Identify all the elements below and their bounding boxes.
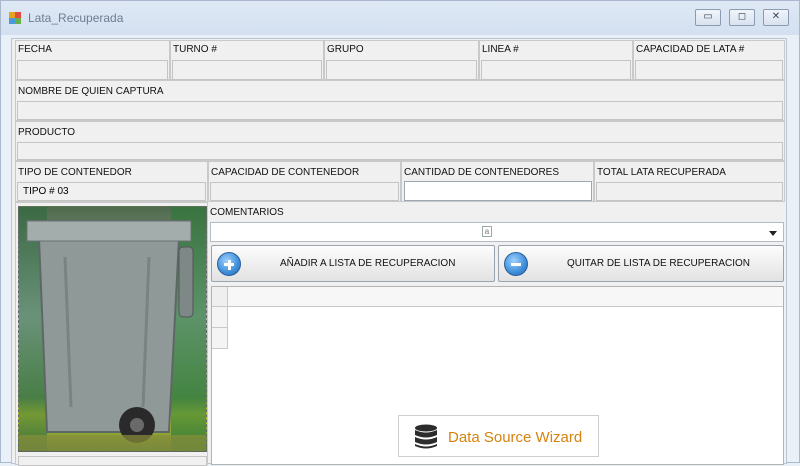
capacidad-lata-field[interactable] [635, 60, 783, 80]
fecha-field[interactable] [17, 60, 168, 80]
grupo-cell: GRUPO [324, 40, 479, 80]
grid-column-header [212, 287, 783, 307]
capacidad-contenedor-field[interactable] [210, 182, 399, 201]
cantidad-contenedores-label: CANTIDAD DE CONTENEDORES [404, 167, 560, 178]
image-caption-field [18, 456, 207, 466]
producto-label: PRODUCTO [18, 127, 76, 138]
linea-cell: LINEA # [479, 40, 633, 80]
close-button[interactable]: ✕ [763, 9, 789, 26]
wizard-label: Data Source Wizard [448, 429, 583, 446]
minus-circle-icon [504, 252, 528, 276]
tipo-contenedor-cell: TIPO DE CONTENEDOR TIPO # 03 [15, 161, 208, 202]
textbox-glyph-icon: a [482, 226, 492, 237]
producto-cell: PRODUCTO [15, 121, 785, 161]
database-icon [415, 424, 437, 449]
nombre-label: NOMBRE DE QUIEN CAPTURA [18, 86, 164, 97]
capacidad-contenedor-label: CAPACIDAD DE CONTENEDOR [211, 167, 360, 178]
add-to-list-button[interactable]: AÑADIR A LISTA DE RECUPERACION [211, 245, 495, 282]
total-lata-field[interactable] [596, 182, 783, 201]
grid-corner-header [212, 287, 228, 306]
fecha-cell: FECHA [15, 40, 170, 80]
app-icon [9, 12, 21, 24]
grupo-label: GRUPO [327, 44, 364, 55]
tipo-contenedor-field[interactable]: TIPO # 03 [17, 182, 206, 201]
nombre-cell: NOMBRE DE QUIEN CAPTURA [15, 80, 785, 121]
app-window: Lata_Recuperada ▭ ◻ ✕ FECHA TURNO # GRUP… [0, 0, 800, 466]
plus-circle-icon [217, 252, 241, 276]
trash-bin-icon [19, 207, 206, 451]
linea-label: LINEA # [482, 44, 519, 55]
comentarios-label: COMENTARIOS [210, 207, 284, 218]
cantidad-contenedores-input[interactable] [404, 181, 592, 201]
cantidad-contenedores-cell: CANTIDAD DE CONTENEDORES [401, 161, 594, 202]
container-photo [18, 206, 207, 452]
capacidad-lata-label: CAPACIDAD DE LATA # [636, 44, 745, 55]
capacidad-contenedor-cell: CAPACIDAD DE CONTENEDOR [208, 161, 401, 202]
window-title: Lata_Recuperada [28, 11, 124, 25]
total-lata-label: TOTAL LATA RECUPERADA [597, 167, 726, 178]
minimize-button[interactable]: ▭ [695, 9, 721, 26]
grid-row-header[interactable] [212, 328, 228, 349]
fecha-label: FECHA [18, 44, 52, 55]
turno-field[interactable] [172, 60, 322, 80]
container-image-cell [15, 202, 208, 466]
capacidad-lata-cell: CAPACIDAD DE LATA # [633, 40, 785, 80]
remove-from-list-button[interactable]: QUITAR DE LISTA DE RECUPERACION [498, 245, 784, 282]
grupo-field[interactable] [326, 60, 477, 80]
chevron-down-icon[interactable] [769, 231, 777, 236]
maximize-button[interactable]: ◻ [729, 9, 755, 26]
tipo-contenedor-label: TIPO DE CONTENEDOR [18, 167, 132, 178]
data-source-wizard-button[interactable]: Data Source Wizard [398, 415, 599, 457]
total-lata-cell: TOTAL LATA RECUPERADA [594, 161, 785, 202]
add-button-label: AÑADIR A LISTA DE RECUPERACION [280, 258, 456, 269]
grid-row-header[interactable] [212, 307, 228, 328]
linea-field[interactable] [481, 60, 631, 80]
comentarios-combobox[interactable]: a [210, 222, 784, 242]
producto-field[interactable] [17, 142, 783, 160]
recovery-data-grid[interactable]: Data Source Wizard [211, 286, 784, 465]
nombre-field[interactable] [17, 101, 783, 120]
capture-form: FECHA TURNO # GRUPO LINEA # CAPACIDAD DE… [11, 38, 787, 466]
title-bar: Lata_Recuperada ▭ ◻ ✕ [1, 1, 799, 35]
turno-label: TURNO # [173, 44, 217, 55]
remove-button-label: QUITAR DE LISTA DE RECUPERACION [567, 258, 750, 269]
turno-cell: TURNO # [170, 40, 324, 80]
